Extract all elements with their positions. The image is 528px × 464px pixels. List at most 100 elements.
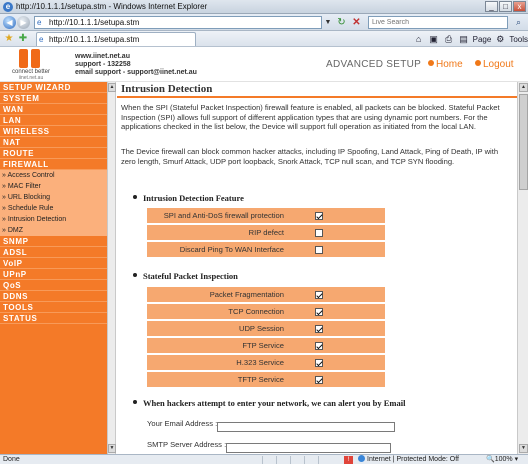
feature-cell	[287, 225, 385, 240]
tools-menu[interactable]: Tools	[509, 35, 528, 44]
sidebar-item-snmp[interactable]: SNMP	[0, 236, 107, 247]
sidebar-item-wireless[interactable]: WIRELESS	[0, 126, 107, 137]
sidebar-sub-intrusion-detection[interactable]: » Intrusion Detection	[0, 214, 107, 225]
zoom-level[interactable]: 🔍100% ▾	[486, 455, 518, 463]
contact-info: www.iinet.net.au support - 132258 email …	[75, 53, 197, 77]
forward-button[interactable]: ▶	[17, 16, 30, 29]
section-heading-spi-label: Stateful Packet Inspection	[143, 271, 238, 281]
search-input[interactable]	[369, 17, 507, 28]
popup-blocked-icon[interactable]: !	[344, 456, 353, 464]
scroll-down-icon[interactable]: ▼	[519, 444, 528, 453]
sidebar-item-wan[interactable]: WAN	[0, 104, 107, 115]
maximize-button[interactable]: □	[499, 1, 512, 12]
scroll-thumb[interactable]	[519, 94, 528, 190]
email-field[interactable]	[217, 421, 396, 432]
refresh-icon[interactable]: ↻	[335, 16, 348, 29]
sidebar-item-status[interactable]: STATUS	[0, 313, 107, 324]
content-scrollbar[interactable]: ▲ ▼	[517, 82, 528, 454]
close-button[interactable]: x	[513, 1, 526, 12]
contact-website: www.iinet.net.au	[75, 53, 130, 60]
add-favorite-icon[interactable]: ✚	[17, 33, 29, 45]
sidebar-item-nat[interactable]: NAT	[0, 137, 107, 148]
favorites-star-icon[interactable]: ★	[3, 33, 15, 45]
ftp-service-checkbox[interactable]	[315, 341, 323, 350]
address-url[interactable]: http://10.1.1.1/setupa.stm	[49, 18, 139, 27]
h323-service-checkbox[interactable]	[315, 358, 323, 367]
window-titlebar: e http://10.1.1.1/setupa.stm - Windows I…	[0, 0, 528, 14]
ie-logo-icon: e	[3, 2, 13, 12]
zoom-icon: 🔍	[486, 456, 495, 463]
spi-cell	[287, 304, 385, 319]
feature-label: Discard Ping To WAN Interface	[147, 242, 287, 257]
bullet-icon	[133, 273, 137, 277]
intrusion-feature-table: SPI and Anti-DoS firewall protection RIP…	[147, 206, 385, 259]
packet-fragmentation-checkbox[interactable]	[315, 290, 323, 299]
home-icon[interactable]: ⌂	[413, 33, 425, 45]
table-row: H.323 Service	[147, 355, 385, 370]
smtp-server-field[interactable]	[226, 442, 392, 453]
search-icon[interactable]: ⌕	[511, 16, 526, 29]
spi-cell	[287, 287, 385, 302]
section-title: ADVANCED SETUP	[326, 59, 422, 70]
sidebar-item-qos[interactable]: QoS	[0, 280, 107, 291]
page-menu-icon: ▤	[459, 34, 468, 44]
tftp-service-checkbox[interactable]	[315, 375, 323, 384]
sidebar-scrollbar[interactable]: ▲ ▼	[107, 82, 116, 454]
address-dropdown-icon[interactable]: ▼	[323, 17, 333, 28]
bullet-icon	[133, 195, 137, 199]
spi-label: Packet Fragmentation	[147, 287, 287, 302]
sidebar-item-voip[interactable]: VoIP	[0, 258, 107, 269]
page-title: Intrusion Detection	[121, 83, 213, 95]
globe-icon	[358, 455, 365, 462]
sidebar-sub-access-control[interactable]: » Access Control	[0, 170, 107, 181]
back-button[interactable]: ◀	[3, 16, 16, 29]
logout-link[interactable]: Logout	[475, 59, 514, 70]
sidebar-item-setup-wizard[interactable]: SETUP WIZARD	[0, 82, 107, 93]
status-segment	[262, 456, 273, 464]
search-box[interactable]	[368, 16, 508, 29]
sidebar-sub-url-blocking[interactable]: » URL Blocking	[0, 192, 107, 203]
sidebar-sub-dmz[interactable]: » DMZ	[0, 225, 107, 236]
home-link[interactable]: Home	[428, 59, 463, 70]
browser-tab[interactable]: e http://10.1.1.1/setupa.stm	[36, 32, 196, 46]
firewall-description: The Device firewall can block common hac…	[121, 147, 499, 166]
spi-antidos-checkbox[interactable]	[315, 211, 323, 220]
feature-cell	[287, 242, 385, 257]
stop-icon[interactable]: ✕	[350, 16, 363, 29]
rip-defect-checkbox[interactable]	[315, 228, 323, 237]
sidebar-item-lan[interactable]: LAN	[0, 115, 107, 126]
page-menu[interactable]: Page	[473, 35, 492, 44]
udp-session-checkbox[interactable]	[315, 324, 323, 333]
logout-link-label: Logout	[483, 59, 514, 70]
sidebar-item-firewall[interactable]: FIREWALL	[0, 159, 107, 170]
tcp-connection-checkbox[interactable]	[315, 307, 323, 316]
print-icon[interactable]: ⎙	[443, 33, 455, 45]
sidebar-item-adsl[interactable]: ADSL	[0, 247, 107, 258]
table-row: TFTP Service	[147, 372, 385, 387]
minimize-button[interactable]: _	[485, 1, 498, 12]
logo-bar-right	[31, 49, 40, 68]
window-title: http://10.1.1.1/setupa.stm - Windows Int…	[16, 2, 208, 11]
scroll-up-icon[interactable]: ▲	[108, 83, 116, 92]
address-bar[interactable]: e http://10.1.1.1/setupa.stm	[34, 16, 322, 29]
title-divider	[117, 96, 517, 98]
status-bar: Done ! Internet | Protected Mode: Off 🔍1…	[0, 454, 528, 464]
security-zone[interactable]: Internet | Protected Mode: Off	[358, 455, 459, 463]
discard-ping-checkbox[interactable]	[315, 245, 323, 254]
contact-email: email support - support@iinet.net.au	[75, 69, 197, 76]
sidebar-item-upnp[interactable]: UPnP	[0, 269, 107, 280]
section-heading-spi: Stateful Packet Inspection	[133, 271, 238, 281]
home-link-label: Home	[436, 59, 463, 70]
spi-description: When the SPI (Stateful Packet Inspection…	[121, 103, 500, 131]
scroll-down-icon[interactable]: ▼	[108, 444, 116, 453]
feeds-icon[interactable]: ▣	[428, 33, 440, 45]
sidebar-sub-schedule-rule[interactable]: » Schedule Rule	[0, 203, 107, 214]
sidebar-item-ddns[interactable]: DDNS	[0, 291, 107, 302]
home-bullet-icon	[428, 60, 434, 66]
sidebar-item-tools[interactable]: TOOLS	[0, 302, 107, 313]
tab-label: http://10.1.1.1/setupa.stm	[49, 35, 140, 44]
sidebar-sub-mac-filter[interactable]: » MAC Filter	[0, 181, 107, 192]
scroll-up-icon[interactable]: ▲	[519, 83, 528, 92]
sidebar-item-route[interactable]: ROUTE	[0, 148, 107, 159]
sidebar-item-system[interactable]: SYSTEM	[0, 93, 107, 104]
